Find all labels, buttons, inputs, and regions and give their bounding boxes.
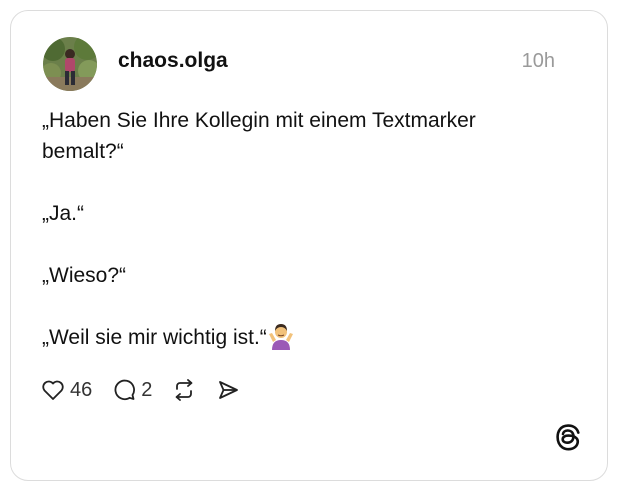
post-text-line: bemalt?“ bbox=[42, 140, 124, 163]
username[interactable]: chaos.olga bbox=[118, 49, 228, 73]
share-button[interactable] bbox=[216, 378, 240, 402]
avatar[interactable] bbox=[43, 37, 97, 91]
post-card[interactable]: chaos.olga 10h „Haben Sie Ihre Kollegin … bbox=[10, 10, 608, 481]
repost-button[interactable] bbox=[172, 378, 196, 402]
post-text-line: „Haben Sie Ihre Kollegin mit einem Textm… bbox=[42, 109, 476, 132]
threads-logo-icon[interactable] bbox=[555, 423, 581, 456]
comment-icon bbox=[112, 378, 136, 402]
post-text-line: „Ja.“ bbox=[42, 202, 84, 225]
person-shrugging-emoji bbox=[268, 322, 294, 359]
send-icon bbox=[216, 378, 240, 402]
reply-count: 2 bbox=[141, 378, 153, 401]
post-timestamp: 10h bbox=[521, 50, 555, 72]
action-bar: 46 2 bbox=[41, 375, 260, 405]
like-count: 46 bbox=[70, 378, 93, 401]
post-text-line: „Weil sie mir wichtig ist.“ bbox=[42, 326, 267, 349]
reply-button[interactable]: 2 bbox=[112, 378, 152, 402]
post-body: „Haben Sie Ihre Kollegin mit einem Textm… bbox=[42, 105, 582, 359]
like-button[interactable]: 46 bbox=[41, 379, 92, 402]
post-text-line-last: „Weil sie mir wichtig ist.“ bbox=[42, 322, 582, 359]
avatar-photo bbox=[43, 37, 97, 91]
heart-icon bbox=[41, 379, 65, 401]
repost-icon bbox=[172, 378, 196, 402]
post-text-line: „Wieso?“ bbox=[42, 264, 127, 287]
